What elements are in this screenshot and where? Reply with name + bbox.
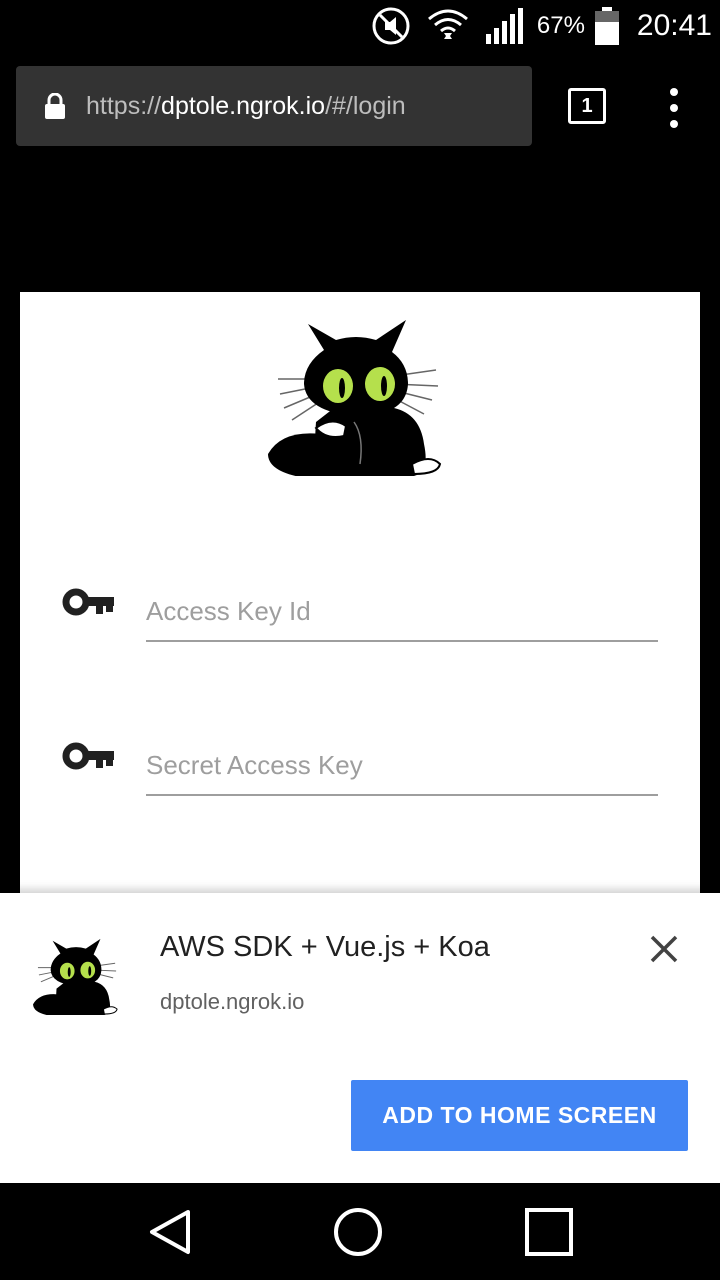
back-icon[interactable] — [144, 1206, 196, 1258]
access-key-field — [20, 572, 700, 662]
mute-icon — [371, 6, 411, 46]
app-title: AWS SDK + Vue.js + Koa — [160, 931, 490, 963]
close-icon[interactable] — [644, 929, 684, 969]
navigation-bar — [0, 1184, 720, 1280]
battery-percentage: 67% — [536, 12, 585, 39]
status-bar: 67% 20:41 — [0, 0, 720, 52]
recents-icon[interactable] — [523, 1206, 575, 1258]
url-host: dptole.ngrok.io — [161, 91, 326, 120]
secret-key-field — [20, 726, 700, 816]
key-icon — [62, 742, 114, 775]
battery-icon — [594, 7, 619, 45]
cat-logo — [264, 304, 456, 481]
lock-icon — [44, 93, 66, 119]
add-to-home-screen-button[interactable]: ADD TO HOME SCREEN — [351, 1080, 688, 1151]
secret-access-key-input[interactable] — [146, 726, 658, 796]
overflow-menu-icon[interactable] — [660, 88, 688, 128]
app-url: dptole.ngrok.io — [160, 989, 305, 1014]
access-key-id-input[interactable] — [146, 572, 658, 642]
clock: 20:41 — [636, 9, 712, 42]
tab-switcher-button[interactable]: 1 — [568, 88, 606, 124]
signal-icon — [485, 8, 523, 44]
login-card — [20, 292, 700, 902]
url-path: /#/login — [325, 91, 406, 120]
url-bar[interactable]: https://dptole.ngrok.io/#/login — [16, 66, 532, 146]
app-icon — [30, 931, 126, 1020]
url-scheme: https:// — [86, 91, 162, 120]
install-banner: AWS SDK + Vue.js + Koa dptole.ngrok.io A… — [0, 893, 720, 1183]
key-icon — [62, 588, 114, 621]
url-text: https://dptole.ngrok.io/#/login — [86, 92, 406, 121]
home-icon[interactable] — [332, 1206, 384, 1258]
wifi-icon — [427, 9, 469, 43]
